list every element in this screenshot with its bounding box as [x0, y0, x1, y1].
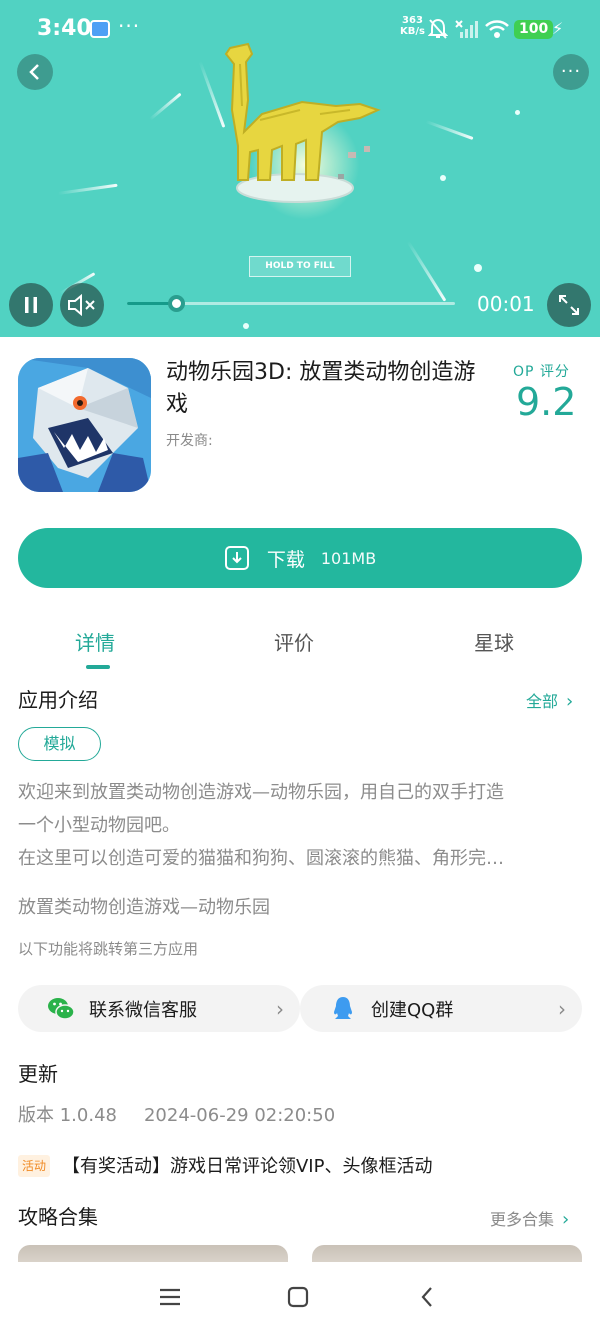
wechat-icon	[48, 997, 75, 1020]
chevron-right-icon: ›	[276, 996, 284, 1021]
app-subtitle: 放置类动物创造游戏—动物乐园	[18, 897, 270, 918]
volume-muted-icon	[68, 294, 95, 316]
version-row: 版本 1.0.48 2024-06-29 02:20:50	[18, 1101, 335, 1127]
chevron-left-icon	[421, 1287, 432, 1307]
system-nav-bar	[0, 1262, 600, 1333]
event-link[interactable]: 【有奖活动】游戏日常评论领VIP、头像框活动	[62, 1152, 432, 1178]
video-player[interactable]: 3:40 ··· 363 KB/s 100 ⚡ ··· HOLD TO FILL…	[0, 0, 600, 337]
charging-icon: ⚡	[552, 19, 564, 38]
video-streak	[425, 120, 474, 141]
home-square-icon	[287, 1286, 309, 1308]
video-streak	[57, 183, 118, 195]
video-streak	[406, 240, 447, 302]
pause-button[interactable]	[9, 283, 53, 327]
description-line: 一个小型动物园吧。	[18, 815, 180, 836]
event-badge: 活动	[18, 1155, 51, 1177]
status-time: 3:40	[37, 16, 92, 41]
more-guides-link[interactable]: 更多合集 ›	[490, 1206, 569, 1230]
fullscreen-button[interactable]	[547, 283, 591, 327]
video-time: 00:01	[477, 292, 535, 316]
intro-all-link[interactable]: 全部 ›	[526, 688, 573, 712]
download-button[interactable]: 下载 101MB	[18, 528, 582, 588]
update-date: 2024-06-29 02:20:50	[143, 1105, 336, 1126]
chevron-left-icon	[29, 64, 39, 80]
category-tag[interactable]: 模拟	[18, 727, 101, 761]
video-overlay-label: HOLD TO FILL	[249, 256, 351, 277]
home-button[interactable]	[283, 1282, 313, 1312]
fullscreen-icon	[559, 295, 579, 315]
tab-reviews[interactable]: 评价	[274, 627, 314, 656]
tab-planet[interactable]: 星球	[474, 627, 514, 656]
dinosaur-figure	[224, 42, 381, 203]
qq-icon	[334, 996, 352, 1019]
video-particle	[243, 323, 249, 329]
score-value: 9.2	[516, 380, 577, 424]
wechat-service-button[interactable]: 联系微信客服 ›	[18, 985, 300, 1032]
wifi-icon	[485, 20, 509, 38]
video-progress-thumb[interactable]	[168, 295, 186, 312]
signal-icon	[455, 20, 478, 38]
version-number: 版本 1.0.48	[18, 1105, 117, 1126]
download-size: 101MB	[320, 548, 377, 568]
description-line: 在这里可以创造可爱的猫猫和狗狗、圆滚滚的熊猫、角形完…	[18, 848, 504, 869]
back-button[interactable]	[17, 54, 53, 90]
create-qq-group-label: 创建QQ群	[371, 999, 454, 1021]
mute-button[interactable]	[60, 283, 104, 327]
intro-all-label: 全部	[526, 692, 559, 711]
recent-apps-button[interactable]	[155, 1282, 185, 1312]
battery-level: 100	[514, 20, 554, 39]
video-streak	[149, 92, 182, 121]
chevron-right-icon: ›	[562, 1209, 570, 1230]
more-options-button[interactable]: ···	[553, 54, 589, 90]
update-title: 更新	[18, 1062, 58, 1086]
more-notifications-icon: ···	[118, 14, 141, 38]
download-label: 下载	[266, 548, 305, 571]
score-label: OP 评分	[513, 364, 570, 380]
create-qq-group-button[interactable]: 创建QQ群 ›	[300, 985, 582, 1032]
guides-title: 攻略合集	[18, 1205, 98, 1229]
video-particle	[515, 110, 520, 115]
status-bar: 3:40 ··· 363 KB/s 100 ⚡	[0, 0, 600, 58]
message-notification-icon	[90, 20, 110, 38]
download-icon	[224, 546, 249, 570]
pause-icon	[25, 297, 37, 313]
intro-title: 应用介绍	[18, 688, 98, 712]
video-particle	[474, 264, 482, 272]
bell-muted-icon	[428, 18, 448, 39]
dinosaur-app-icon	[18, 358, 151, 492]
network-speed: 363 KB/s	[400, 15, 425, 37]
tab-details[interactable]: 详情	[75, 627, 115, 656]
app-title: 动物乐园3D: 放置类动物创造游戏	[166, 360, 476, 417]
more-options-icon: ···	[560, 61, 582, 82]
chevron-right-icon: ›	[566, 691, 574, 712]
network-speed-value: 363	[402, 15, 423, 26]
system-back-button[interactable]	[412, 1282, 442, 1312]
developer-label: 开发商:	[166, 433, 213, 449]
wechat-service-label: 联系微信客服	[89, 999, 197, 1021]
chevron-right-icon: ›	[558, 996, 566, 1021]
more-guides-label: 更多合集	[490, 1210, 555, 1229]
video-progress-bar[interactable]	[127, 295, 455, 312]
menu-icon	[160, 1288, 180, 1306]
app-description[interactable]: 欢迎来到放置类动物创造游戏—动物乐园，用自己的双手打造 一个小型动物园吧。 在这…	[18, 776, 584, 875]
video-particle	[440, 175, 446, 181]
tab-active-indicator	[86, 665, 110, 669]
third-party-notice: 以下功能将跳转第三方应用	[18, 940, 199, 958]
network-speed-unit: KB/s	[400, 26, 425, 37]
app-icon	[18, 358, 151, 492]
description-line: 欢迎来到放置类动物创造游戏—动物乐园，用自己的双手打造	[18, 782, 504, 803]
